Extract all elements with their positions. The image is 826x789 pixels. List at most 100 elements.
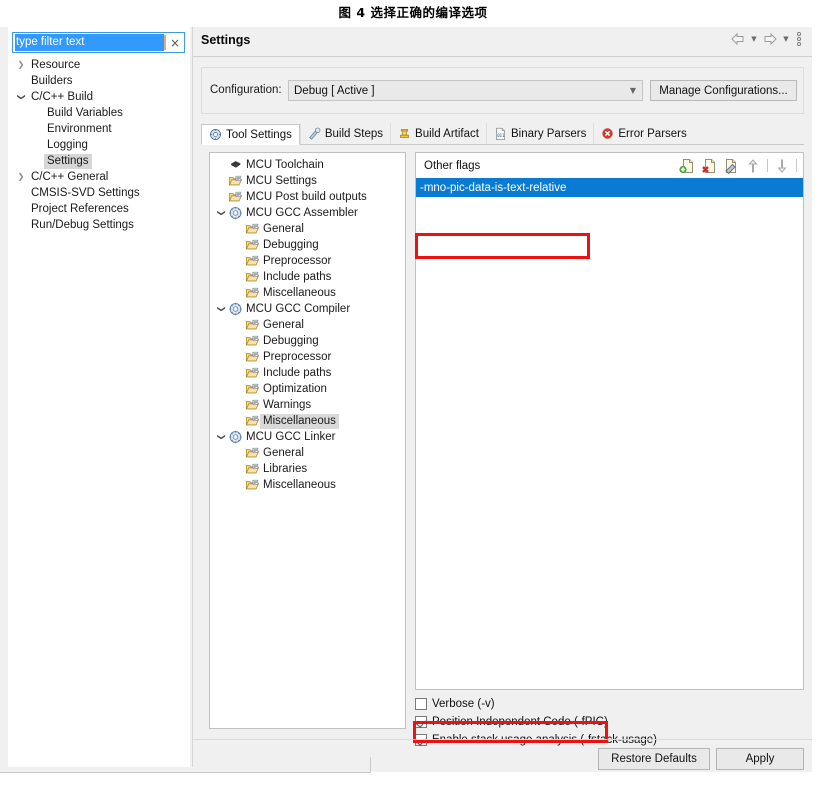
tool-tree-item-label: MCU GCC Linker — [246, 430, 336, 443]
sidebar-item-run-debug-settings[interactable]: Run/Debug Settings — [8, 217, 190, 233]
other-flags-header: Other flags — [416, 153, 803, 178]
sidebar-item-cmsis-svd-settings[interactable]: CMSIS-SVD Settings — [8, 185, 190, 201]
sidebar-item-c-c-build[interactable]: ❯ C/C++ Build — [8, 89, 190, 105]
tool-tree-item[interactable]: MCU Toolchain — [210, 157, 405, 173]
chevron-down-icon[interactable]: ❯ — [213, 430, 229, 444]
back-dropdown-icon[interactable]: ▼ — [750, 35, 758, 43]
other-flags-title: Other flags — [424, 159, 481, 172]
tool-tree-item[interactable]: ❯ MCU GCC Compiler — [210, 301, 405, 317]
other-flags-row[interactable]: -mno-pic-data-is-text-relative — [416, 178, 803, 197]
tool-tree-item-label: Preprocessor — [263, 254, 332, 267]
checkbox-unchecked-icon[interactable] — [415, 698, 427, 710]
tool-tree-item[interactable]: Miscellaneous — [210, 285, 405, 301]
tool-tree-item[interactable]: General — [210, 317, 405, 333]
configuration-select[interactable]: Debug [ Active ] ▼ — [288, 80, 643, 101]
edit-flag-icon[interactable] — [723, 158, 739, 174]
other-flags-toolbar — [679, 158, 803, 174]
tool-tree-item-label: Debugging — [263, 334, 319, 347]
tool-tree-item[interactable]: Miscellaneous — [210, 413, 405, 429]
tab-build-artifact[interactable]: Build Artifact — [390, 123, 486, 144]
header-toolbar: ▼ ▼ — [730, 31, 804, 47]
tab-binary-parsers[interactable]: 011 Binary Parsers — [485, 123, 594, 144]
sidebar-item-label: C/C++ General — [31, 170, 109, 183]
tool-tree-item[interactable]: MCU Post build outputs — [210, 189, 405, 205]
folder-icon — [245, 318, 260, 332]
manage-configurations-button[interactable]: Manage Configurations... — [650, 80, 797, 101]
sidebar-item-label: Environment — [47, 122, 112, 135]
tool-settings-tree[interactable]: MCU Toolchain MCU Settings MCU Post buil… — [209, 152, 406, 729]
sidebar-item-resource[interactable]: ❯ Resource — [8, 57, 190, 73]
sidebar-item-logging[interactable]: Logging — [8, 137, 190, 153]
tool-tree-item-label: Miscellaneous — [263, 286, 336, 299]
folder-icon — [245, 478, 260, 492]
tool-tree-item[interactable]: Include paths — [210, 365, 405, 381]
folder-icon — [245, 414, 260, 428]
checkbox-row[interactable]: Verbose (-v) — [415, 695, 804, 713]
sidebar-item-build-variables[interactable]: Build Variables — [8, 105, 190, 121]
chevron-down-icon[interactable]: ❯ — [213, 302, 229, 316]
chevron-down-icon[interactable]: ❯ — [13, 90, 29, 104]
folder-icon — [245, 270, 260, 284]
settings-navigation-pane: type filter text × ❯ Resource Builders ❯ C/… — [8, 27, 190, 767]
clear-filter-icon[interactable]: × — [166, 36, 184, 50]
tool-tree-item[interactable]: MCU Settings — [210, 173, 405, 189]
view-menu-icon[interactable] — [794, 32, 804, 46]
tab-label: Build Steps — [324, 127, 384, 140]
button-bar-divider — [193, 739, 812, 740]
folder-icon — [245, 286, 260, 300]
tab-error-parsers[interactable]: Error Parsers — [593, 123, 694, 144]
sidebar-item-environment[interactable]: Environment — [8, 121, 190, 137]
delete-flag-icon[interactable] — [701, 158, 717, 174]
forward-dropdown-icon[interactable]: ▼ — [782, 35, 790, 43]
tab-build-steps[interactable]: Build Steps — [299, 123, 391, 144]
tool-tree-item-label: MCU GCC Compiler — [246, 302, 351, 315]
sidebar-item-c-c-general[interactable]: ❯ C/C++ General — [8, 169, 190, 185]
sidebar-item-settings[interactable]: Settings — [8, 153, 190, 169]
settings-tabs: Tool Settings Build Steps Build Artifact 01… — [201, 123, 804, 145]
chevron-down-icon[interactable]: ❯ — [213, 206, 229, 220]
tool-tree-item[interactable]: Preprocessor — [210, 253, 405, 269]
filter-input[interactable]: type filter text — [15, 34, 164, 51]
apply-button[interactable]: Apply — [716, 748, 804, 770]
move-up-icon[interactable] — [745, 158, 761, 174]
filter-box[interactable]: type filter text × — [12, 32, 185, 53]
tool-tree-item-label: Preprocessor — [263, 350, 332, 363]
sidebar-item-project-references[interactable]: Project References — [8, 201, 190, 217]
forward-arrow-icon[interactable] — [762, 31, 778, 47]
tool-tree-item[interactable]: Warnings — [210, 397, 405, 413]
tool-tree-item[interactable]: ❯ MCU GCC Linker — [210, 429, 405, 445]
tool-tree-item[interactable]: Miscellaneous — [210, 477, 405, 493]
chevron-right-icon[interactable]: ❯ — [14, 169, 28, 185]
tool-tree-item[interactable]: Include paths — [210, 269, 405, 285]
tool-tree-item[interactable]: Preprocessor — [210, 349, 405, 365]
tab-tool-settings[interactable]: Tool Settings — [201, 124, 300, 145]
tool-tree-item[interactable]: Debugging — [210, 333, 405, 349]
move-down-icon[interactable] — [774, 158, 790, 174]
tool-tree-item[interactable]: Optimization — [210, 381, 405, 397]
tool-tree-item[interactable]: Debugging — [210, 237, 405, 253]
tool-tree-item[interactable]: Libraries — [210, 461, 405, 477]
tool-tree-item-label: Warnings — [263, 398, 312, 411]
annotation-box-flag — [415, 233, 590, 259]
folder-icon — [245, 254, 260, 268]
tool-tree-item-label: Miscellaneous — [260, 413, 339, 429]
sidebar-item-builders[interactable]: Builders — [8, 73, 190, 89]
chevron-right-icon[interactable]: ❯ — [14, 57, 28, 73]
folder-icon — [245, 462, 260, 476]
tool-tree-item[interactable]: General — [210, 445, 405, 461]
page-footer-band — [0, 773, 826, 789]
folder-icon — [245, 446, 260, 460]
tool-tree-item[interactable]: ❯ MCU GCC Assembler — [210, 205, 405, 221]
tool-tree-item[interactable]: General — [210, 221, 405, 237]
back-arrow-icon[interactable] — [730, 31, 746, 47]
settings-detail-pane: Settings ▼ ▼ Configuration: Debug [Acti… — [193, 27, 812, 772]
add-flag-icon[interactable] — [679, 158, 695, 174]
restore-defaults-button[interactable]: Restore Defaults — [598, 748, 710, 770]
tool-tree-item-label: General — [263, 446, 304, 459]
